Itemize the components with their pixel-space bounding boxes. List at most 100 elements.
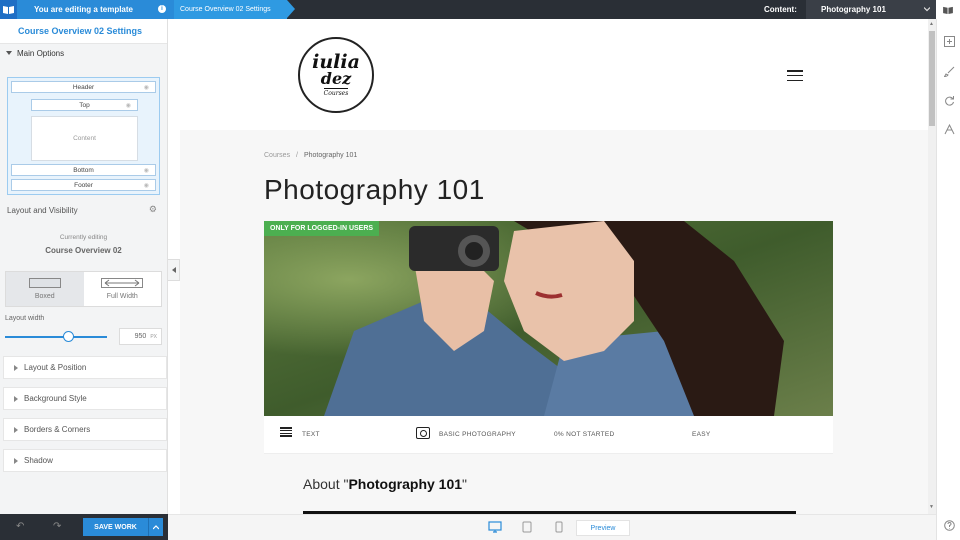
eye-icon[interactable]: ◉: [144, 167, 149, 174]
hero-photo: [264, 221, 833, 416]
course-type: TEXT: [302, 431, 320, 438]
breadcrumb-label: Course Overview 02 Settings: [180, 6, 271, 13]
video-placeholder[interactable]: [303, 511, 796, 514]
about-heading: About "Photography 101": [303, 476, 467, 492]
eye-icon[interactable]: ◉: [144, 84, 149, 91]
layout-bottom[interactable]: Bottom ◉: [11, 164, 156, 176]
layout-width-value: 950: [134, 333, 147, 340]
info-icon[interactable]: i: [158, 5, 166, 13]
caret-right-icon: [14, 457, 18, 464]
main-options-toggle[interactable]: Main Options: [0, 44, 167, 62]
shadow-label: Shadow: [24, 456, 53, 465]
add-icon[interactable]: [943, 35, 955, 47]
caret-right-icon: [14, 426, 18, 433]
undo-icon[interactable]: ↶: [16, 521, 24, 532]
layout-width-label: Layout width: [5, 315, 45, 322]
page-canvas: iulia dez Courses Courses / Photography …: [180, 19, 928, 514]
preview-button[interactable]: Preview: [576, 520, 630, 536]
caret-down-icon: [6, 51, 12, 55]
layout-width-input[interactable]: 950 PX: [119, 328, 162, 345]
layout-header-label: Header: [72, 83, 95, 91]
layout-width-slider[interactable]: [5, 336, 107, 338]
book-icon[interactable]: [936, 0, 960, 19]
panel-title: Course Overview 02 Settings: [0, 19, 167, 44]
full-width-option[interactable]: Full Width: [84, 272, 162, 306]
site-header: iulia dez Courses: [180, 19, 928, 130]
style-icon[interactable]: [943, 123, 955, 135]
caret-right-icon: [14, 364, 18, 371]
about-course-name: Photography 101: [348, 476, 463, 492]
full-width-icon: [101, 278, 144, 288]
layout-bottom-label: Bottom: [73, 166, 94, 174]
borders-corners-section[interactable]: Borders & Corners: [3, 418, 167, 441]
layout-visibility-row[interactable]: Layout and Visibility ⚙: [0, 201, 167, 219]
breadcrumb-separator: /: [296, 152, 298, 159]
layout-content[interactable]: Content: [31, 116, 138, 161]
background-style-label: Background Style: [24, 394, 87, 403]
layout-footer[interactable]: Footer ◉: [11, 179, 156, 191]
tablet-icon[interactable]: [522, 521, 532, 536]
layout-width-unit: PX: [150, 333, 157, 340]
top-bar: You are editing a template i Course Over…: [0, 0, 960, 19]
course-hero-image[interactable]: ONLY FOR LOGGED-IN USERS: [264, 221, 833, 416]
course-info-bar: TEXT BASIC PHOTOGRAPHY 0% NOT STARTED EA…: [264, 416, 833, 454]
layout-top-label: Top: [79, 101, 90, 109]
course-difficulty: EASY: [692, 431, 711, 438]
scroll-down-icon[interactable]: ▼: [929, 504, 934, 510]
gear-icon[interactable]: ⚙: [149, 204, 157, 215]
content-label: Content:: [764, 5, 797, 14]
help-icon[interactable]: [943, 519, 955, 531]
scrollbar-thumb[interactable]: [929, 31, 935, 126]
background-style-section[interactable]: Background Style: [3, 387, 167, 410]
boxed-option[interactable]: Boxed: [6, 272, 84, 306]
layout-width-slider-handle[interactable]: [62, 331, 74, 342]
caret-left-icon: [171, 267, 176, 273]
logo-text-line1: iulia: [312, 50, 360, 73]
course-title: Photography 101: [264, 174, 485, 205]
borders-corners-label: Borders & Corners: [24, 425, 91, 434]
layout-visibility-label: Layout and Visibility: [7, 205, 78, 215]
save-work-button[interactable]: SAVE WORK: [83, 518, 148, 536]
course-progress: 0% NOT STARTED: [554, 431, 615, 438]
layout-top[interactable]: Top ◉: [31, 99, 138, 111]
logged-in-badge: ONLY FOR LOGGED-IN USERS: [264, 221, 380, 236]
redo-icon[interactable]: ↷: [53, 521, 61, 532]
canvas-scrollbar[interactable]: ▲ ▼: [928, 19, 936, 514]
layout-footer-label: Footer: [74, 181, 93, 189]
eye-icon[interactable]: ◉: [126, 102, 131, 109]
desktop-icon[interactable]: [488, 521, 502, 536]
layout-header[interactable]: Header ◉: [11, 81, 156, 93]
shadow-section[interactable]: Shadow: [3, 449, 167, 472]
logo-text-line3: Courses: [323, 87, 349, 97]
menu-icon[interactable]: [787, 70, 803, 81]
about-suffix: ": [462, 476, 468, 492]
course-page: Courses / Photography 101 Photography 10…: [180, 130, 928, 514]
layout-position-section[interactable]: Layout & Position: [3, 356, 167, 379]
device-bar: Preview: [168, 514, 936, 540]
width-switch: Boxed Full Width: [5, 271, 162, 307]
brush-icon[interactable]: [943, 65, 955, 77]
right-toolbar: [936, 19, 960, 540]
breadcrumb-courses-link[interactable]: Courses: [264, 152, 290, 159]
eye-icon[interactable]: ◉: [144, 182, 149, 189]
breadcrumb[interactable]: Course Overview 02 Settings: [174, 0, 295, 19]
refresh-icon[interactable]: [943, 94, 955, 106]
scroll-up-icon[interactable]: ▲: [929, 21, 934, 27]
chevron-down-icon: [924, 7, 930, 12]
currently-editing-label: Currently editing: [59, 234, 108, 241]
content-select[interactable]: Photography 101: [806, 0, 936, 19]
book-icon[interactable]: [0, 0, 17, 19]
camera-icon: [416, 427, 430, 439]
collapse-panel-button[interactable]: [168, 259, 180, 281]
course-breadcrumb: Courses / Photography 101: [264, 152, 357, 159]
layout-position-label: Layout & Position: [24, 363, 87, 372]
content-select-value: Photography 101: [821, 5, 886, 14]
settings-panel: Course Overview 02 Settings Main Options…: [0, 19, 168, 514]
full-width-label: Full Width: [106, 293, 138, 300]
save-options-button[interactable]: [148, 518, 163, 536]
site-logo[interactable]: iulia dez Courses: [298, 37, 374, 113]
course-topic: BASIC PHOTOGRAPHY: [439, 431, 516, 438]
text-icon: [280, 427, 292, 437]
mobile-icon[interactable]: [555, 521, 563, 536]
layout-structure: Header ◉ Top ◉ Content Bottom ◉ Footer ◉: [7, 77, 160, 195]
